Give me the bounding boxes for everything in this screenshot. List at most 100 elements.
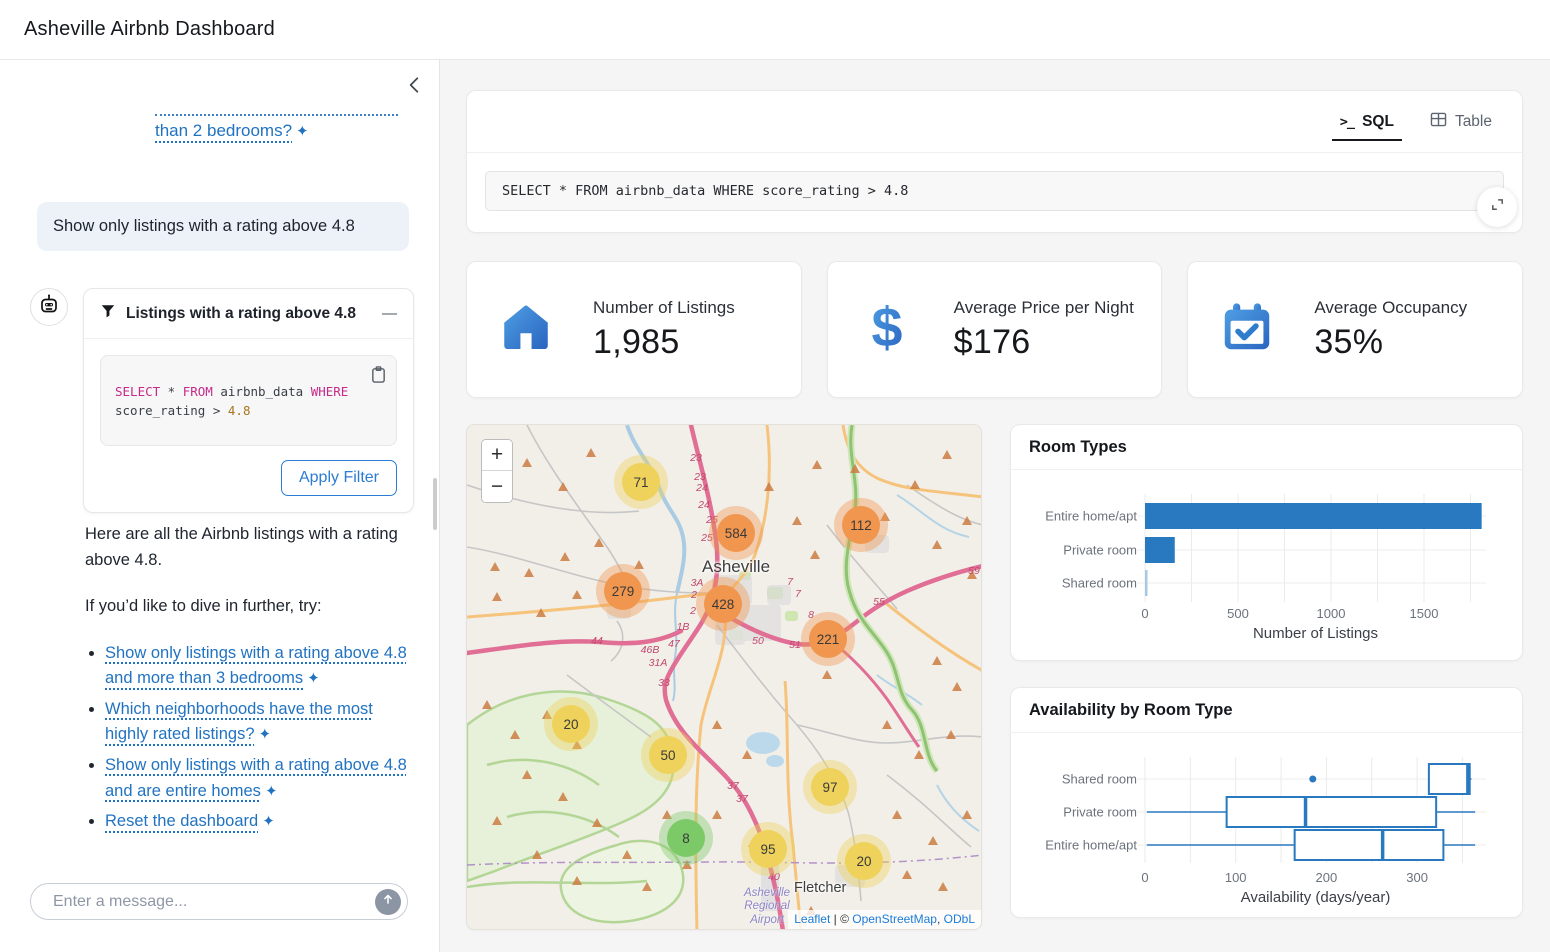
map-cluster-marker[interactable]: 97 <box>811 768 849 806</box>
svg-text:300: 300 <box>1406 870 1428 885</box>
calendar-check-icon <box>1218 298 1276 361</box>
room-types-panel: Room Types Entire home/apt Private room Sh… <box>1010 424 1523 661</box>
availability-chart: Shared roomPrivate roomEntire home/apt01… <box>1011 733 1522 917</box>
suggestion-link[interactable]: Which neighborhoods have the most highly… <box>105 700 373 744</box>
sparkle-icon: ✦ <box>265 780 278 803</box>
suggestion-item: Which neighborhoods have the most highly… <box>105 697 409 748</box>
sidebar-collapse-button[interactable] <box>403 76 425 98</box>
map-label-asheville: Asheville <box>702 557 770 577</box>
svg-text:1000: 1000 <box>1317 606 1346 621</box>
map-cluster-marker[interactable]: 584 <box>717 514 755 552</box>
tab-table[interactable]: Table <box>1430 91 1492 152</box>
svg-text:24: 24 <box>695 482 708 494</box>
leaflet-link[interactable]: Leaflet <box>794 912 830 926</box>
zoom-out-button[interactable]: − <box>482 471 512 502</box>
apply-filter-button[interactable]: Apply Filter <box>281 460 397 496</box>
copy-icon[interactable] <box>370 365 387 389</box>
sparkle-icon: ✦ <box>307 667 320 690</box>
map-cluster-marker[interactable]: 20 <box>845 842 883 880</box>
suggestion-item: Show only listings with a rating above 4… <box>105 641 409 692</box>
map-label-fletcher: Fletcher <box>794 880 846 896</box>
svg-text:Private room: Private room <box>1063 543 1137 558</box>
truncated-suggestion-link[interactable]: than 2 bedrooms?✦ <box>155 121 309 140</box>
map-cluster-marker[interactable]: 221 <box>809 620 847 658</box>
zoom-in-button[interactable]: + <box>482 440 512 471</box>
chat-sidebar: than 2 bedrooms?✦ Show only listings wit… <box>0 60 440 952</box>
page-title: Asheville Airbnb Dashboard <box>24 18 275 41</box>
map-cluster-marker[interactable]: 279 <box>604 572 642 610</box>
svg-text:Shared room: Shared room <box>1062 772 1137 787</box>
house-icon <box>497 298 555 361</box>
suggestion-link[interactable]: Reset the dashboard✦ <box>105 812 275 830</box>
listings-map[interactable]: 2323242425253A221B444746B31A33505153A555… <box>466 424 982 930</box>
openstreetmap-link[interactable]: OpenStreetMap <box>852 912 937 926</box>
dollar-icon: $ <box>858 298 916 361</box>
bot-message: Here are all the Airbnb listings with a … <box>85 522 409 840</box>
sparkle-icon: ✦ <box>259 723 272 746</box>
svg-text:Number of Listings: Number of Listings <box>1253 625 1378 642</box>
room-types-title: Room Types <box>1011 425 1522 470</box>
stat-card-occupancy: Average Occupancy 35% <box>1187 261 1523 398</box>
bot-paragraph: If you’d like to dive in further, try: <box>85 594 409 620</box>
sparkle-icon: ✦ <box>262 810 275 833</box>
svg-text:40: 40 <box>768 871 780 883</box>
svg-text:24: 24 <box>697 499 710 511</box>
suggestions-list: Show only listings with a rating above 4… <box>105 641 409 835</box>
availability-panel: Availability by Room Type Shared roomPri… <box>1010 687 1523 918</box>
bot-paragraph: Here are all the Airbnb listings with a … <box>85 522 409 573</box>
robot-icon <box>37 293 61 322</box>
map-cluster-marker[interactable]: 8 <box>667 819 705 857</box>
arrow-up-icon <box>381 892 395 911</box>
svg-text:37: 37 <box>727 780 740 792</box>
map-cluster-marker[interactable]: 50 <box>649 736 687 774</box>
svg-text:100: 100 <box>1225 870 1247 885</box>
svg-text:33: 33 <box>658 677 670 689</box>
svg-text:Entire home/apt: Entire home/apt <box>1045 509 1137 524</box>
svg-text:500: 500 <box>1227 606 1249 621</box>
app-header: Asheville Airbnb Dashboard <box>0 0 1550 60</box>
suggestion-link[interactable]: Show only listings with a rating above 4… <box>105 644 407 688</box>
funnel-icon <box>100 303 116 324</box>
stat-label: Number of Listings <box>593 298 735 318</box>
tab-sql[interactable]: >_ SQL <box>1340 91 1394 152</box>
sql-panel: >_ SQL Table SELECT * FROM airbnb_data W… <box>466 90 1523 233</box>
availability-title: Availability by Room Type <box>1011 688 1522 733</box>
stat-value: $176 <box>954 323 1134 362</box>
table-icon <box>1430 112 1447 132</box>
suggestion-link[interactable]: Show only listings with a rating above 4… <box>105 756 407 800</box>
truncated-suggestion: than 2 bedrooms?✦ <box>155 110 398 141</box>
svg-text:51: 51 <box>789 639 801 651</box>
svg-text:200: 200 <box>1316 870 1338 885</box>
chat-scrollbar[interactable] <box>433 478 437 530</box>
svg-text:0: 0 <box>1141 870 1148 885</box>
odbl-link[interactable]: ODbL <box>944 912 975 926</box>
expand-button[interactable] <box>1477 187 1517 227</box>
suggestion-item: Reset the dashboard✦ <box>105 809 409 835</box>
minimize-button[interactable]: — <box>382 306 397 321</box>
svg-text:25: 25 <box>705 514 718 526</box>
chat-input-container <box>30 883 408 920</box>
stat-value: 1,985 <box>593 323 735 362</box>
filter-card-sql: SELECT * FROM airbnb_data WHERE score_ra… <box>115 384 348 418</box>
map-cluster-marker[interactable]: 95 <box>749 830 787 868</box>
svg-text:37: 37 <box>736 793 749 805</box>
map-cluster-marker[interactable]: 71 <box>622 463 660 501</box>
map-cluster-marker[interactable]: 428 <box>704 585 742 623</box>
svg-text:1500: 1500 <box>1410 606 1439 621</box>
room-types-chart: Entire home/aptPrivate roomShared room05… <box>1011 470 1522 660</box>
expand-icon <box>1490 197 1505 217</box>
svg-text:Entire home/apt: Entire home/apt <box>1045 838 1137 853</box>
message-input[interactable] <box>51 892 375 912</box>
sql-query-editor[interactable]: SELECT * FROM airbnb_data WHERE score_ra… <box>485 171 1504 211</box>
map-cluster-marker[interactable]: 112 <box>842 506 880 544</box>
svg-text:8: 8 <box>808 609 814 621</box>
svg-text:44: 44 <box>591 635 603 647</box>
svg-text:31A: 31A <box>649 657 668 669</box>
map-cluster-marker[interactable]: 20 <box>552 705 590 743</box>
svg-text:Shared room: Shared room <box>1062 576 1137 591</box>
send-button[interactable] <box>375 889 401 915</box>
stat-value: 35% <box>1314 323 1467 362</box>
filter-card-title: Listings with a rating above 4.8 <box>126 305 356 323</box>
svg-text:55: 55 <box>873 596 885 608</box>
filter-card: Listings with a rating above 4.8 — SELEC… <box>83 288 414 513</box>
